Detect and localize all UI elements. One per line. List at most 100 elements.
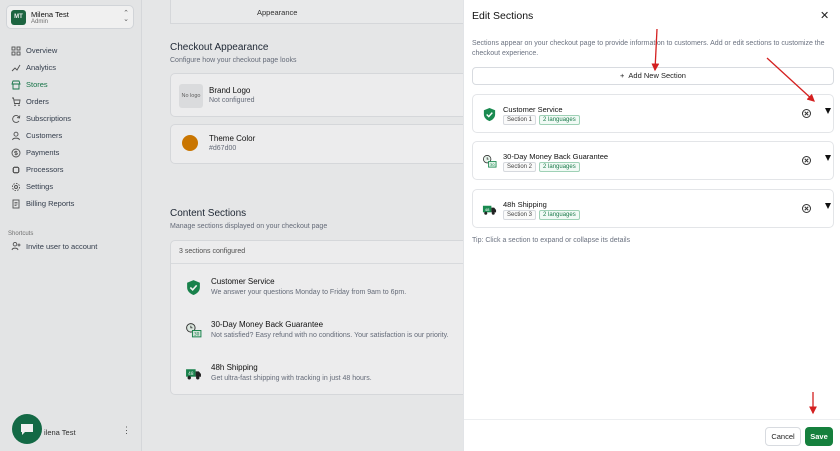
sidebar-item-label: Subscriptions: [26, 114, 72, 123]
sections-count: 3 sections configured: [179, 248, 246, 255]
chevron-updown-icon: ⌃ ⌄: [123, 10, 129, 23]
section-title: Customer Service: [503, 105, 563, 114]
drawer-footer: Cancel Save: [464, 419, 840, 451]
chart-icon: [11, 64, 21, 71]
sidebar-item-label: Billing Reports: [26, 199, 75, 208]
content-sections-card: 3 sections configured Customer Service W…: [170, 240, 470, 395]
chat-bubble-icon: [21, 423, 33, 435]
remove-section-icon[interactable]: [802, 109, 811, 118]
sidebar: MT Milena Test Admin ⌃ ⌄ Overview Analyti…: [0, 0, 142, 451]
section-number-badge: Section 2: [503, 162, 537, 172]
section-number-badge: Section 3: [503, 210, 537, 220]
sidebar-item-customers[interactable]: Customers: [0, 127, 142, 144]
section-card-money-back[interactable]: 30 30-Day Money Back Guarantee Section 2…: [472, 141, 834, 180]
section-title: 48h Shipping: [503, 200, 547, 209]
theme-color-card[interactable]: Theme Color #d67d00: [170, 124, 470, 164]
sidebar-item-billing-reports[interactable]: Billing Reports: [0, 195, 142, 212]
languages-badge: 2 languages: [539, 115, 580, 125]
plus-icon: +: [620, 71, 625, 80]
content-sections-title: Content Sections: [170, 208, 247, 219]
theme-color-title: Theme Color: [209, 134, 256, 143]
calendar-money-icon: 30: [482, 154, 497, 168]
expand-caret-icon[interactable]: [825, 203, 831, 209]
account-name: Milena Test: [31, 10, 69, 19]
avatar: MT: [11, 10, 26, 25]
sidebar-item-label: Customers: [26, 131, 63, 140]
sidebar-item-overview[interactable]: Overview: [0, 42, 142, 59]
sidebar-item-label: Orders: [26, 97, 49, 106]
shortcuts-heading: Shortcuts: [8, 231, 34, 237]
list-item[interactable]: Customer Service We answer your question…: [179, 273, 469, 307]
sidebar-item-orders[interactable]: Orders: [0, 93, 142, 110]
shield-check-icon: [483, 107, 496, 122]
user-plus-icon: [11, 241, 21, 251]
checkout-appearance-subtitle: Configure how your checkout page looks: [170, 57, 297, 64]
save-button[interactable]: Save: [805, 427, 833, 446]
gear-icon: [11, 182, 21, 191]
drawer-title: Edit Sections: [472, 10, 534, 22]
cart-icon: [12, 97, 21, 106]
user-menu-name[interactable]: ilena Test: [44, 428, 76, 437]
list-item[interactable]: 30 30-Day Money Back Guarantee Not satis…: [179, 316, 469, 350]
sidebar-item-settings[interactable]: Settings: [0, 178, 142, 195]
close-icon[interactable]: ✕: [820, 9, 829, 22]
section-card-shipping[interactable]: 48 48h Shipping Section 3 2 languages: [472, 189, 834, 228]
expand-caret-icon[interactable]: [825, 108, 831, 114]
content-sections-subtitle: Manage sections displayed on your checko…: [170, 223, 328, 230]
sidebar-item-label: Stores: [26, 80, 48, 89]
checkout-appearance-title: Checkout Appearance: [170, 42, 269, 53]
brand-logo-status: Not configured: [209, 97, 255, 104]
sidebar-item-stores[interactable]: Stores: [0, 76, 142, 93]
section-description: Get ultra-fast shipping with tracking in…: [211, 375, 372, 382]
sidebar-item-label: Settings: [26, 182, 54, 191]
truck-icon: 48: [186, 369, 201, 380]
truck-icon: 48: [482, 205, 497, 215]
main-content: Appearance Checkout Appearance Configure…: [142, 0, 470, 451]
sidebar-item-analytics[interactable]: Analytics: [0, 59, 142, 76]
brand-logo-card[interactable]: No logo Brand Logo Not configured: [170, 73, 470, 117]
more-vertical-icon[interactable]: ⋮: [122, 426, 131, 435]
store-icon: [11, 80, 21, 89]
section-description: Not satisfied? Easy refund with no condi…: [211, 332, 449, 339]
grid-icon: [11, 46, 21, 55]
expand-caret-icon[interactable]: [825, 155, 831, 161]
processor-icon: [12, 165, 20, 174]
shield-check-icon: [187, 280, 200, 295]
invite-user-label: Invite user to account: [26, 241, 98, 251]
remove-section-icon[interactable]: [802, 204, 811, 213]
sidebar-item-payments[interactable]: Payments: [0, 144, 142, 161]
theme-color-value: #d67d00: [209, 145, 237, 152]
chat-support-button[interactable]: [12, 414, 42, 444]
languages-badge: 2 languages: [539, 162, 580, 172]
appearance-tab[interactable]: Appearance: [170, 0, 470, 24]
sidebar-item-label: Analytics: [26, 63, 57, 72]
section-card-customer-service[interactable]: Customer Service Section 1 2 languages: [472, 94, 834, 133]
user-icon: [12, 131, 20, 140]
divider: [171, 263, 469, 264]
sidebar-item-subscriptions[interactable]: Subscriptions: [0, 110, 142, 127]
section-title: 30-Day Money Back Guarantee: [503, 152, 609, 161]
list-item[interactable]: 48 48h Shipping Get ultra-fast shipping …: [179, 359, 469, 393]
svg-text:48: 48: [485, 208, 490, 212]
section-title: 48h Shipping: [211, 363, 258, 372]
account-role: Admin: [31, 19, 49, 25]
languages-badge: 2 languages: [539, 210, 580, 220]
cancel-button[interactable]: Cancel: [765, 427, 801, 446]
invite-user-link[interactable]: Invite user to account: [11, 241, 97, 251]
add-new-section-button[interactable]: + Add New Section: [472, 67, 834, 85]
svg-text:30: 30: [490, 163, 495, 167]
tab-label: Appearance: [257, 8, 298, 17]
logo-placeholder: No logo: [179, 84, 203, 108]
svg-text:48: 48: [188, 371, 194, 377]
section-title: Customer Service: [211, 277, 275, 286]
section-number-badge: Section 1: [503, 115, 537, 125]
edit-sections-drawer: Edit Sections ✕ Sections appear on your …: [463, 0, 840, 451]
sidebar-item-processors[interactable]: Processors: [0, 161, 142, 178]
sidebar-item-label: Payments: [26, 148, 60, 157]
account-switcher[interactable]: MT Milena Test Admin ⌃ ⌄: [6, 5, 134, 29]
svg-text:30: 30: [194, 331, 200, 337]
report-icon: [12, 199, 20, 208]
sidebar-item-label: Processors: [26, 165, 64, 174]
remove-section-icon[interactable]: [802, 156, 811, 165]
sidebar-item-label: Overview: [26, 46, 58, 55]
